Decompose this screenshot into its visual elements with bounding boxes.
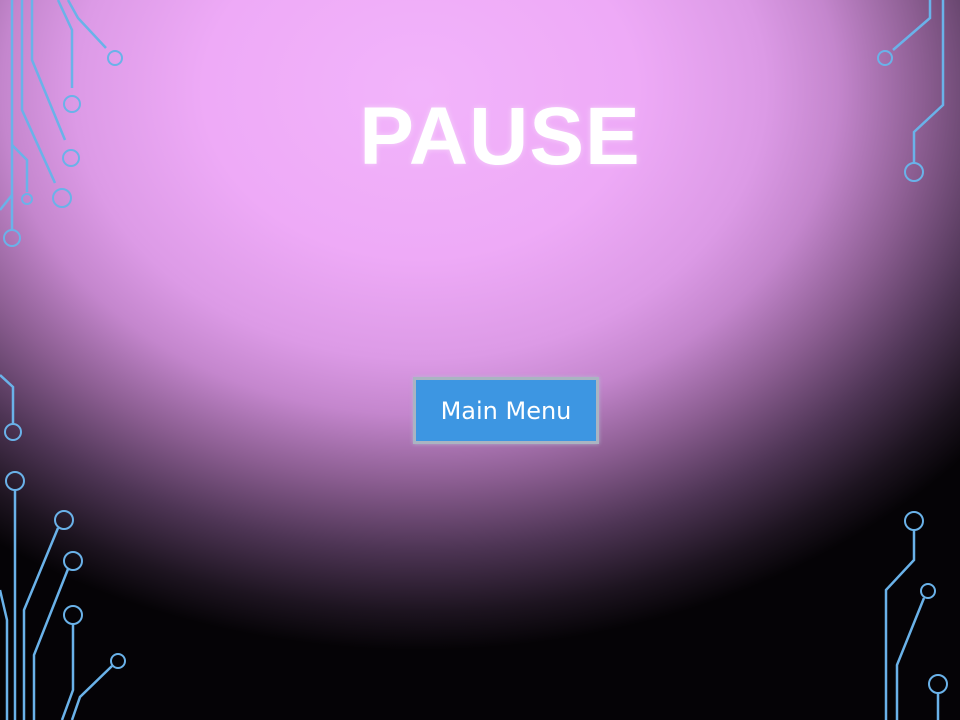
pause-screen: PAUSE Main Menu [0, 0, 960, 720]
circuit-traces-mid-left [0, 374, 22, 441]
main-menu-button-label: Main Menu [440, 396, 572, 425]
main-menu-button[interactable]: Main Menu [413, 377, 599, 444]
circuit-traces-bottom-right [884, 511, 948, 720]
circuit-traces-bottom-left [0, 471, 126, 720]
pause-title: PAUSE [359, 91, 641, 182]
